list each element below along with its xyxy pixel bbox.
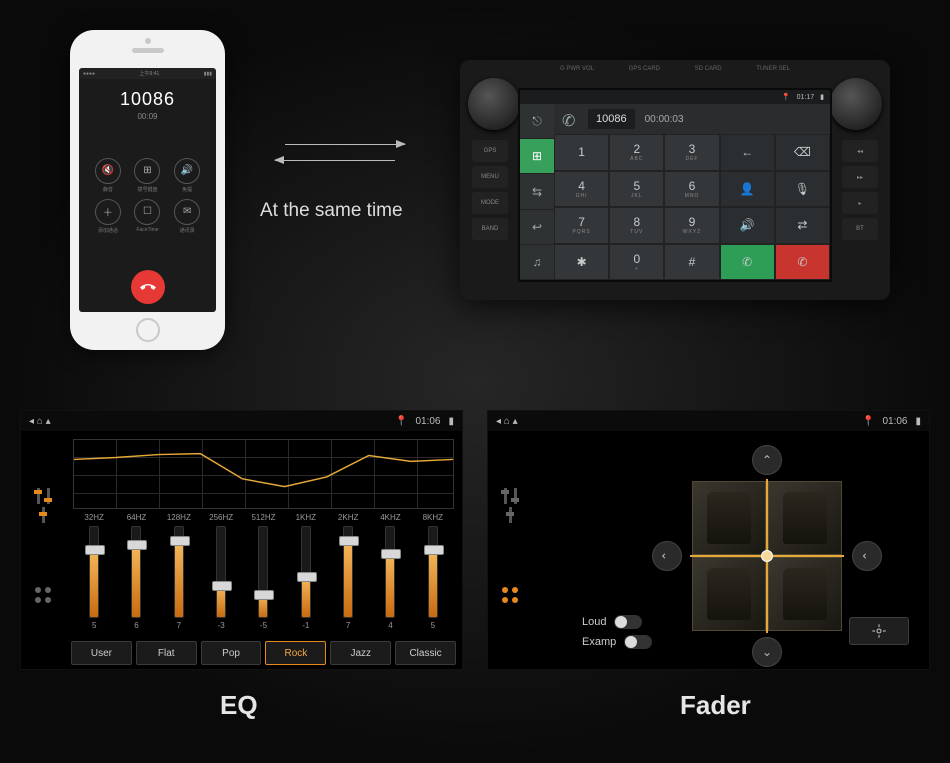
- status-bar: ◂ ⌂ ▴ 📍01:06▮: [488, 411, 929, 431]
- keypad-key[interactable]: 👤: [720, 171, 775, 208]
- eq-slider[interactable]: [89, 526, 99, 618]
- hw-button[interactable]: MODE: [472, 192, 508, 214]
- eq-curve-graph: [73, 439, 454, 509]
- seat-front-left: [692, 481, 766, 555]
- fader-caption: Fader: [680, 690, 751, 721]
- preset-classic[interactable]: Classic: [395, 641, 456, 665]
- keypad-key[interactable]: 2ABC: [609, 134, 664, 171]
- sync-arrows: [275, 130, 415, 180]
- car-headunit: G PWR VOLGPS CARDSD CARDTUNER SEL GPSMEN…: [460, 60, 890, 300]
- eq-slider[interactable]: [174, 526, 184, 618]
- preset-user[interactable]: User: [71, 641, 132, 665]
- eq-panel: ◂ ⌂ ▴ 📍01:06▮ 32HZ564HZ6128HZ7256HZ-3512…: [20, 410, 463, 670]
- eq-slider[interactable]: [343, 526, 353, 618]
- headunit-status-bar: 📍 01:17 ▮: [520, 90, 830, 104]
- keypad-key[interactable]: ✆: [720, 244, 775, 281]
- smartphone: ●●●●上午9:41▮▮▮ 10086 00:09 🔇静音⊞拨号键盘🔊免提 ＋添加…: [70, 30, 225, 350]
- keypad-key[interactable]: 0+: [609, 244, 664, 281]
- phone-call-number: 10086: [79, 89, 216, 110]
- tuner-knob[interactable]: [830, 78, 882, 130]
- volume-knob[interactable]: [468, 78, 520, 130]
- gps-icon: 📍: [862, 416, 874, 427]
- phone-call-duration: 00:09: [79, 112, 216, 121]
- phone-status-bar: ●●●●上午9:41▮▮▮: [79, 68, 216, 79]
- keypad-key[interactable]: ⌫: [775, 134, 830, 171]
- call-action[interactable]: ✉通讯录: [170, 199, 204, 234]
- fader-tab-icon[interactable]: [31, 583, 55, 607]
- call-action[interactable]: ＋添加通话: [91, 199, 125, 234]
- keypad-key[interactable]: 7PQRS: [554, 207, 609, 244]
- battery-icon: ▮: [915, 416, 921, 427]
- keypad-key[interactable]: 6MNO: [664, 171, 719, 208]
- keypad-key[interactable]: 🎙: [775, 171, 830, 208]
- end-call-button[interactable]: [131, 270, 165, 304]
- hw-button[interactable]: BT: [842, 218, 878, 240]
- fader-panel: ◂ ⌂ ▴ 📍01:06▮ ⌃ ⌄: [487, 410, 930, 670]
- hw-button[interactable]: MENU: [472, 166, 508, 188]
- loud-toggle[interactable]: [614, 615, 642, 629]
- battery-icon: ▮: [448, 416, 454, 427]
- hw-button[interactable]: GPS: [472, 140, 508, 162]
- keypad-key[interactable]: ✱: [554, 244, 609, 281]
- seat-front-right: [768, 481, 842, 555]
- examp-toggle[interactable]: [624, 635, 652, 649]
- hw-button[interactable]: BAND: [472, 218, 508, 240]
- hw-button[interactable]: ▸: [842, 192, 878, 214]
- dialer-tab[interactable]: ↩: [520, 210, 554, 245]
- gps-icon: 📍: [782, 93, 791, 101]
- call-action[interactable]: 🔊免提: [170, 158, 204, 193]
- keypad-key[interactable]: ←: [720, 134, 775, 171]
- eq-slider[interactable]: [301, 526, 311, 618]
- preset-jazz[interactable]: Jazz: [330, 641, 391, 665]
- call-action[interactable]: ☐FaceTime: [131, 199, 165, 234]
- sync-label: At the same time: [260, 200, 403, 222]
- status-bar: ◂ ⌂ ▴ 📍01:06▮: [21, 411, 462, 431]
- keypad-key[interactable]: ⇄: [775, 207, 830, 244]
- phone-icon: ✆: [562, 111, 578, 127]
- gps-icon: 📍: [395, 416, 407, 427]
- preset-flat[interactable]: Flat: [136, 641, 197, 665]
- call-action[interactable]: 🔇静音: [91, 158, 125, 193]
- center-button[interactable]: [849, 617, 909, 645]
- call-action[interactable]: ⊞拨号键盘: [131, 158, 165, 193]
- dialed-number: 10086: [588, 109, 635, 129]
- preset-rock[interactable]: Rock: [265, 641, 326, 665]
- keypad-key[interactable]: 4GHI: [554, 171, 609, 208]
- balance-right-button[interactable]: ⌄: [852, 541, 882, 571]
- fade-down-button[interactable]: ⌄: [752, 637, 782, 667]
- battery-icon: ▮: [820, 93, 824, 101]
- keypad-key[interactable]: #: [664, 244, 719, 281]
- hw-button[interactable]: ▸▸: [842, 166, 878, 188]
- hw-button[interactable]: ◂◂: [842, 140, 878, 162]
- eq-slider[interactable]: [216, 526, 226, 618]
- fade-up-button[interactable]: ⌃: [752, 445, 782, 475]
- dialer-tab[interactable]: ⎋: [520, 104, 554, 139]
- loud-label: Loud: [582, 616, 606, 628]
- keypad-key[interactable]: 3DEF: [664, 134, 719, 171]
- examp-label: Examp: [582, 636, 616, 648]
- balance-thumb[interactable]: [761, 550, 773, 562]
- dialer-tab[interactable]: ♫: [520, 245, 554, 280]
- keypad-key[interactable]: 9WXYZ: [664, 207, 719, 244]
- keypad-key[interactable]: ✆: [775, 244, 830, 281]
- eq-caption: EQ: [220, 690, 258, 721]
- call-duration: 00:00:03: [645, 114, 684, 125]
- fader-tab-icon[interactable]: [498, 583, 522, 607]
- seat-rear-left: [692, 557, 766, 631]
- dialer-tab[interactable]: ⊞: [520, 139, 554, 174]
- preset-pop[interactable]: Pop: [201, 641, 262, 665]
- keypad-key[interactable]: 8TUV: [609, 207, 664, 244]
- eq-slider[interactable]: [385, 526, 395, 618]
- eq-slider[interactable]: [258, 526, 268, 618]
- seat-rear-right: [768, 557, 842, 631]
- keypad-key[interactable]: 1: [554, 134, 609, 171]
- dialer-tab[interactable]: ⇆: [520, 174, 554, 209]
- eq-tab-icon[interactable]: [498, 494, 522, 518]
- eq-slider[interactable]: [131, 526, 141, 618]
- eq-slider[interactable]: [428, 526, 438, 618]
- balance-left-button[interactable]: ⌃: [652, 541, 682, 571]
- eq-tab-icon[interactable]: [31, 494, 55, 518]
- keypad-key[interactable]: 🔊: [720, 207, 775, 244]
- keypad-key[interactable]: 5JKL: [609, 171, 664, 208]
